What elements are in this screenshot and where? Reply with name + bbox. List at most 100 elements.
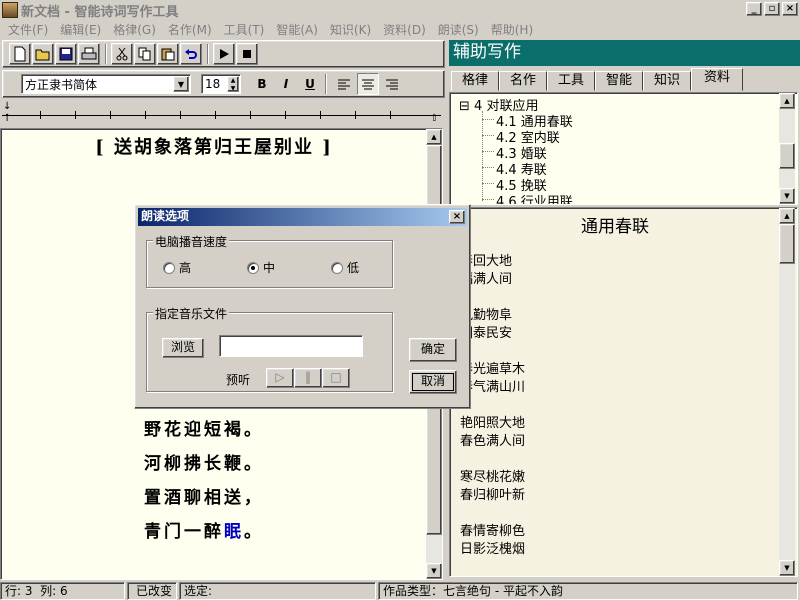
- stop-icon[interactable]: [236, 43, 258, 65]
- standard-toolbar: [2, 40, 445, 68]
- dialog-close-button[interactable]: ×: [449, 210, 465, 224]
- menu-edit[interactable]: 编辑(E): [54, 21, 107, 38]
- data-tree[interactable]: ⊟ 4 对联应用 4.1 通用春联 4.2 室内联 4.3 婚联 4.4 寿联 …: [449, 92, 798, 205]
- open-folder-icon[interactable]: [32, 43, 54, 65]
- cancel-button[interactable]: 取消: [409, 370, 457, 394]
- right-indent-marker-icon[interactable]: ⇧: [430, 113, 438, 124]
- content-title: 通用春联: [581, 217, 649, 237]
- paste-icon[interactable]: [157, 43, 179, 65]
- tree-scrollbar[interactable]: ▲ ▼: [779, 93, 795, 204]
- scroll-up-icon[interactable]: ▲: [779, 208, 795, 224]
- selection-status: 选定:: [179, 582, 376, 600]
- speed-high-radio[interactable]: 高: [163, 259, 191, 276]
- preview-label: 预听: [226, 373, 251, 387]
- tab-smart[interactable]: 智能: [595, 71, 643, 91]
- preview-pause-icon[interactable]: ‖: [294, 368, 322, 388]
- speed-group-label: 电脑播音速度: [153, 233, 230, 250]
- couplet-line: 春情寄柳色: [460, 524, 526, 539]
- save-icon[interactable]: [55, 43, 77, 65]
- copy-icon[interactable]: [134, 43, 156, 65]
- poem-line: 河柳拂长鞭。: [144, 454, 264, 474]
- minimize-button[interactable]: _: [746, 2, 762, 16]
- left-indent-marker-icon[interactable]: ↓: [3, 101, 11, 112]
- preview-play-icon[interactable]: ▷: [266, 368, 294, 388]
- align-center-icon[interactable]: [357, 73, 379, 95]
- couplet-line: 艳阳照大地: [460, 416, 526, 431]
- menu-tools[interactable]: 工具(T): [218, 21, 271, 38]
- font-select[interactable]: 方正隶书简体 ▼: [21, 74, 191, 94]
- assistant-header: 辅助写作: [449, 40, 800, 66]
- font-size-value: 18: [205, 77, 221, 91]
- menu-knowledge[interactable]: 知识(K): [324, 21, 377, 38]
- app-icon: [2, 2, 18, 18]
- maximize-button[interactable]: ▫: [764, 2, 780, 16]
- tab-tools[interactable]: 工具: [547, 71, 595, 91]
- collapse-icon: ⊟: [459, 99, 470, 114]
- scroll-up-icon[interactable]: ▲: [779, 93, 795, 109]
- scroll-thumb[interactable]: [779, 224, 795, 264]
- tab-knowledge[interactable]: 知识: [643, 71, 691, 91]
- bold-button[interactable]: B: [251, 73, 273, 95]
- menu-file[interactable]: 文件(F): [2, 21, 54, 38]
- window-title: 新文档 - 智能诗词写作工具: [21, 4, 179, 20]
- play-icon[interactable]: [213, 43, 235, 65]
- poem-title: [ 送胡象落第归王屋别业 ]: [95, 137, 333, 158]
- chevron-down-icon[interactable]: ▼: [173, 76, 189, 92]
- scroll-down-icon[interactable]: ▼: [426, 563, 442, 579]
- tree-item[interactable]: 4.6 行业用联: [496, 191, 573, 204]
- cut-icon[interactable]: [111, 43, 133, 65]
- poem-type-status: 作品类型：七言绝句 - 平起不入韵: [378, 582, 798, 600]
- poem-line: 置酒聊相送，: [144, 488, 264, 508]
- couplet-line: 日影泛槐烟: [460, 542, 526, 557]
- preview-stop-icon[interactable]: □: [322, 368, 350, 388]
- ruler[interactable]: ↓ ↑ ⇧: [0, 101, 445, 127]
- menu-masterpieces[interactable]: 名作(M): [162, 21, 218, 38]
- scroll-up-icon[interactable]: ▲: [426, 129, 442, 145]
- poem-line: 青门一醉眠。: [144, 522, 264, 542]
- ok-button[interactable]: 确定: [409, 338, 457, 362]
- modified-status: 已改变: [127, 582, 177, 600]
- print-icon[interactable]: [78, 43, 100, 65]
- scroll-down-icon[interactable]: ▼: [779, 188, 795, 204]
- status-bar: 行: 3 列: 6 已改变 选定: 作品类型：七言绝句 - 平起不入韵: [0, 582, 800, 600]
- menu-help[interactable]: 帮助(H): [485, 21, 539, 38]
- couplet-line: 寒尽桃花嫩: [460, 470, 526, 485]
- speed-medium-radio[interactable]: 中: [247, 259, 275, 276]
- tab-masterpieces[interactable]: 名作: [499, 71, 547, 91]
- font-size-stepper[interactable]: 18 ▲ ▼: [201, 74, 241, 94]
- align-right-icon[interactable]: [381, 73, 403, 95]
- italic-button[interactable]: I: [275, 73, 297, 95]
- close-button[interactable]: ×: [782, 2, 798, 16]
- speed-group: 电脑播音速度 高 中 低: [146, 233, 393, 288]
- first-indent-marker-icon[interactable]: ↑: [3, 113, 11, 124]
- spin-arrows-icon[interactable]: ▲ ▼: [227, 76, 239, 92]
- browse-button[interactable]: 浏览: [162, 338, 204, 358]
- new-file-icon[interactable]: [9, 43, 31, 65]
- highlighted-char: 眠: [224, 522, 244, 542]
- reference-content: 通用春联 春回大地 福满人间 风勤物阜 国泰民安 春光遍草木 春气满山川 艳阳照…: [449, 207, 798, 577]
- dialog-title-bar: 朗读选项 ×: [138, 208, 467, 226]
- menu-data[interactable]: 资料(D): [377, 21, 432, 38]
- menu-bar: 文件(F) 编辑(E) 格律(G) 名作(M) 工具(T) 智能(A) 知识(K…: [0, 20, 800, 38]
- tab-meter[interactable]: 格律: [451, 71, 499, 91]
- menu-read-aloud[interactable]: 朗读(S): [432, 21, 485, 38]
- music-group-label: 指定音乐文件: [153, 305, 230, 322]
- align-left-icon[interactable]: [333, 73, 355, 95]
- font-name: 方正隶书简体: [25, 77, 98, 92]
- menu-meter[interactable]: 格律(G): [107, 21, 162, 38]
- scroll-down-icon[interactable]: ▼: [779, 560, 795, 576]
- speed-low-radio[interactable]: 低: [331, 259, 359, 276]
- couplet-line: 春色满人间: [460, 434, 526, 449]
- dialog-title: 朗读选项: [141, 209, 190, 223]
- music-file-input[interactable]: [219, 335, 363, 357]
- tab-data[interactable]: 资料: [691, 68, 743, 91]
- scroll-thumb[interactable]: [779, 143, 795, 169]
- undo-icon[interactable]: [180, 43, 202, 65]
- menu-smart[interactable]: 智能(A): [270, 21, 324, 38]
- couplet-line: 春归柳叶新: [460, 488, 526, 503]
- music-file-group: 指定音乐文件 浏览 预听 ▷ ‖ □: [146, 305, 393, 392]
- format-toolbar: 方正隶书简体 ▼ 18 ▲ ▼ B I U: [2, 70, 445, 98]
- content-scrollbar[interactable]: ▲ ▼: [779, 208, 795, 576]
- read-aloud-options-dialog: 朗读选项 × 电脑播音速度 高 中 低 指定音乐文件 浏览 预听 ▷ ‖ □ 确…: [134, 204, 471, 409]
- underline-button[interactable]: U: [299, 73, 321, 95]
